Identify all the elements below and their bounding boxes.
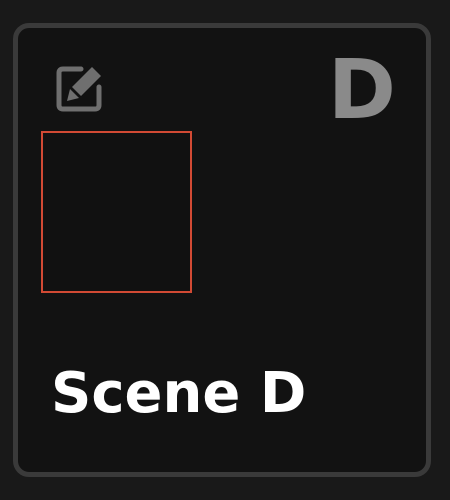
scene-card[interactable]: D Scene D <box>13 23 431 477</box>
scene-title: Scene D <box>51 361 307 426</box>
scene-preview-frame <box>41 131 192 293</box>
edit-icon[interactable] <box>51 61 107 117</box>
scene-letter: D <box>327 43 396 138</box>
